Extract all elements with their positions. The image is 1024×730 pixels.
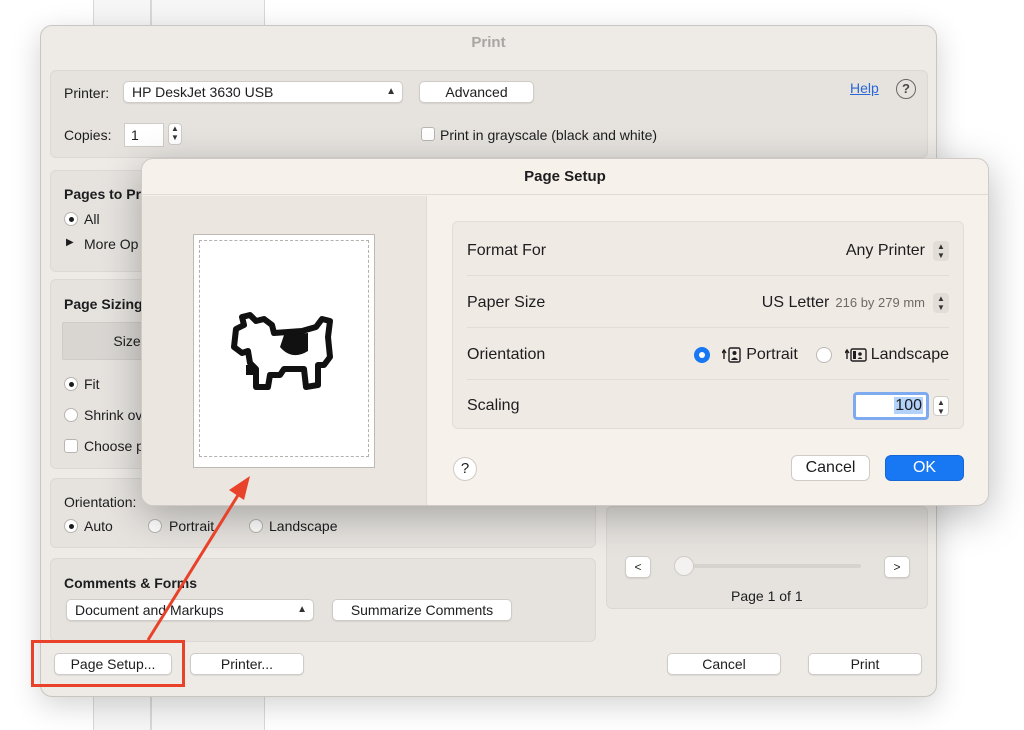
annotation-arrow	[146, 476, 250, 641]
